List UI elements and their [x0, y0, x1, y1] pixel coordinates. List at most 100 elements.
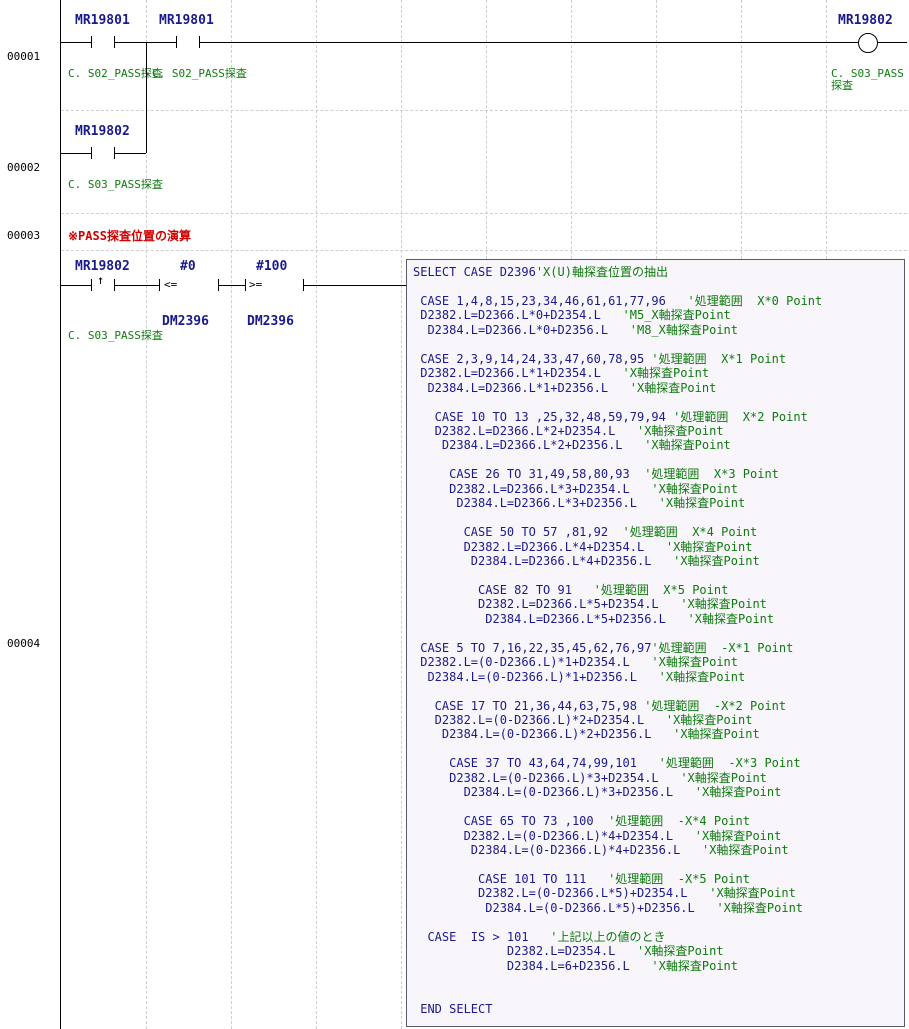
- script-line: CASE 1,4,8,15,23,34,46,61,61,77,96 '処理範囲…: [413, 294, 822, 308]
- script-comment: '処理範囲 -X*2 Point: [636, 698, 787, 713]
- script-code: END SELECT: [413, 1001, 493, 1016]
- script-line: CASE 26 TO 31,49,58,80,93 '処理範囲 X*3 Poin…: [413, 467, 779, 481]
- script-code: CASE 1,4,8,15,23,34,46,61,61,77,96: [413, 293, 666, 308]
- script-line: CASE 101 TO 111 '処理範囲 -X*5 Point: [413, 872, 750, 886]
- script-line: D2384.L=(0-D2366.L*5)+D2356.L 'X軸探査Point: [413, 901, 803, 915]
- script-comment: 'X軸探査Point: [629, 958, 738, 973]
- script-comment: 'X軸探査Point: [694, 900, 804, 915]
- script-comment: '処理範囲 -X*5 Point: [586, 871, 750, 886]
- left-power-rail: [60, 0, 61, 1029]
- step-number-1: 00001: [7, 50, 41, 63]
- script-code: D2382.L=D2366.L*3+D2354.L: [413, 481, 630, 496]
- script-code: D2384.L=(0-D2366.L)*3+D2356.L: [413, 785, 674, 800]
- script-line: CASE 82 TO 91 '処理範囲 X*5 Point: [413, 583, 728, 597]
- script-comment: 'X軸探査Point: [644, 712, 753, 727]
- script-line: D2384.L=D2366.L*1+D2356.L 'X軸探査Point: [413, 381, 716, 395]
- script-line: CASE 17 TO 21,36,44,63,75,98 '処理範囲 -X*2 …: [413, 699, 786, 713]
- script-code: D2382.L=D2366.L*1+D2354.L: [413, 366, 601, 381]
- script-line: D2384.L=D2366.L*3+D2356.L 'X軸探査Point: [413, 496, 745, 510]
- script-comment: 'X軸探査Point: [636, 496, 746, 511]
- script-code: D2384.L=D2366.L*4+D2356.L: [413, 554, 652, 568]
- script-code: CASE 10 TO 13 ,25,32,48,59,79,94: [413, 409, 666, 424]
- script-comment: '処理範囲 X*2 Point: [665, 409, 808, 424]
- script-code: CASE 101 TO 111: [413, 871, 587, 886]
- script-code: D2384.L=(0-D2366.L)*1+D2356.L: [413, 669, 637, 684]
- coil-icon: [858, 33, 878, 53]
- arrow-up-icon: ↑: [97, 273, 105, 287]
- device-comment: C. S02_PASS探査: [152, 67, 247, 80]
- script-comment: 'X軸探査Point: [615, 944, 724, 959]
- compare-operator: >=: [249, 278, 263, 291]
- script-line: D2382.L=D2366.L*4+D2354.L 'X軸探査Point: [413, 539, 753, 554]
- script-line: D2382.L=D2366.L*0+D2354.L 'M5_X軸探査Point: [413, 308, 731, 322]
- device-comment: C. S02_PASS探査: [68, 67, 163, 80]
- device-comment: C. S03_PASS探査: [68, 329, 163, 342]
- device-label: MR19802: [75, 259, 130, 274]
- script-comment: '処理範囲 -X*4 Point: [593, 814, 750, 829]
- script-line: CASE 10 TO 13 ,25,32,48,59,79,94 '処理範囲 X…: [413, 410, 808, 424]
- script-line: D2382.L=D2366.L*2+D2354.L 'X軸探査Point: [413, 424, 724, 438]
- script-comment: 'X軸探査Point: [615, 423, 724, 438]
- rung-remark: ※PASS探査位置の演算: [68, 229, 191, 243]
- script-comment: '上記以上の値のとき: [528, 929, 666, 944]
- step-number-4: 00004: [7, 637, 41, 650]
- script-code: D2384.L=D2366.L*2+D2356.L: [413, 438, 623, 453]
- script-line: CASE IS > 101 '上記以上の値のとき: [413, 929, 666, 944]
- script-comment: 'X軸探査Point: [600, 366, 710, 381]
- script-comment: 'X軸探査Point: [687, 886, 796, 901]
- script-code: D2382.L=(0-D2366.L*5)+D2354.L: [413, 886, 688, 901]
- script-line: CASE 65 TO 73 ,100 '処理範囲 -X*4 Point: [413, 814, 750, 828]
- script-code: D2384.L=6+D2356.L: [413, 958, 630, 973]
- script-comment: 'X軸探査Point: [608, 380, 717, 395]
- script-code: D2382.L=D2354.L: [413, 944, 616, 959]
- script-line: D2382.L=(0-D2366.L)*4+D2354.L 'X軸探査Point: [413, 829, 782, 843]
- script-code: CASE 5 TO 7,16,22,35,45,62,76,97: [413, 640, 652, 655]
- script-comment: '処理範囲 X*4 Point: [608, 525, 758, 540]
- script-line: D2382.L=D2366.L*3+D2354.L 'X軸探査Point: [413, 482, 738, 496]
- script-code: D2382.L=(0-D2366.L)*3+D2354.L: [413, 770, 659, 785]
- script-line: END SELECT: [413, 1002, 492, 1016]
- script-code: D2382.L=D2366.L*4+D2354.L: [413, 539, 645, 554]
- script-comment: 'X軸探査Point: [665, 611, 775, 626]
- script-line: D2382.L=(0-D2366.L)*1+D2354.L 'X軸探査Point: [413, 655, 738, 669]
- script-line: D2382.L=(0-D2366.L)*2+D2354.L 'X軸探査Point: [413, 712, 753, 727]
- compare-operator: <=: [164, 278, 178, 291]
- script-comment: 'X軸探査Point: [651, 554, 760, 568]
- script-line: CASE 50 TO 57 ,81,92 '処理範囲 X*4 Point: [413, 525, 758, 540]
- script-line: SELECT CASE D2396'X(U)軸探査位置の抽出: [413, 265, 668, 279]
- script-comment: '処理範囲 X*0 Point: [665, 293, 823, 308]
- script-comment: '処理範囲 -X*3 Point: [636, 756, 801, 771]
- script-comment: 'X軸探査Point: [636, 669, 746, 684]
- script-line: CASE 5 TO 7,16,22,35,45,62,76,97'処理範囲 -X…: [413, 641, 793, 655]
- compare-operand-2: DM2396: [247, 314, 294, 329]
- script-code: CASE 17 TO 21,36,44,63,75,98: [413, 698, 637, 713]
- script-comment: 'X軸探査Point: [629, 481, 738, 496]
- script-comment: 'X軸探査Point: [658, 597, 767, 612]
- script-code: D2384.L=(0-D2366.L)*2+D2356.L: [413, 727, 652, 742]
- script-code: CASE IS > 101: [413, 929, 529, 944]
- script-code: D2384.L=D2366.L*1+D2356.L: [413, 380, 609, 395]
- script-block[interactable]: SELECT CASE D2396'X(U)軸探査位置の抽出 CASE 1,4,…: [406, 259, 905, 1027]
- device-label: MR19801: [75, 13, 130, 28]
- script-comment: '処理範囲 -X*1 Point: [651, 640, 794, 655]
- script-comment: '処理範囲 X*3 Point: [629, 467, 779, 482]
- script-comment: 'X軸探査Point: [622, 438, 731, 453]
- step-number-2: 00002: [7, 161, 41, 174]
- script-line: D2382.L=D2366.L*1+D2354.L 'X軸探査Point: [413, 366, 709, 380]
- device-label: MR19802: [75, 124, 130, 139]
- script-line: CASE 2,3,9,14,24,33,47,60,78,95 '処理範囲 X*…: [413, 352, 786, 366]
- script-line: D2384.L=D2366.L*0+D2356.L 'M8_X軸探査Point: [413, 323, 738, 337]
- script-comment: '処理範囲 X*5 Point: [571, 582, 729, 597]
- script-code: D2384.L=D2366.L*3+D2356.L: [413, 496, 637, 511]
- compare-operand-1: #0: [180, 259, 196, 274]
- script-code: D2384.L=(0-D2366.L)*4+D2356.L: [413, 843, 681, 857]
- script-comment: '処理範囲 X*1 Point: [644, 351, 787, 366]
- script-code: CASE 50 TO 57 ,81,92: [413, 525, 609, 540]
- script-code: D2382.L=(0-D2366.L)*1+D2354.L: [413, 655, 630, 670]
- script-comment: 'X軸探査Point: [673, 785, 782, 800]
- device-comment: C. S03_PASS探査: [68, 178, 163, 191]
- script-line: D2384.L=6+D2356.L 'X軸探査Point: [413, 959, 738, 973]
- script-comment: 'M8_X軸探査Point: [608, 322, 738, 337]
- script-code: CASE 82 TO 91: [413, 582, 572, 597]
- script-comment: 'X軸探査Point: [680, 843, 789, 857]
